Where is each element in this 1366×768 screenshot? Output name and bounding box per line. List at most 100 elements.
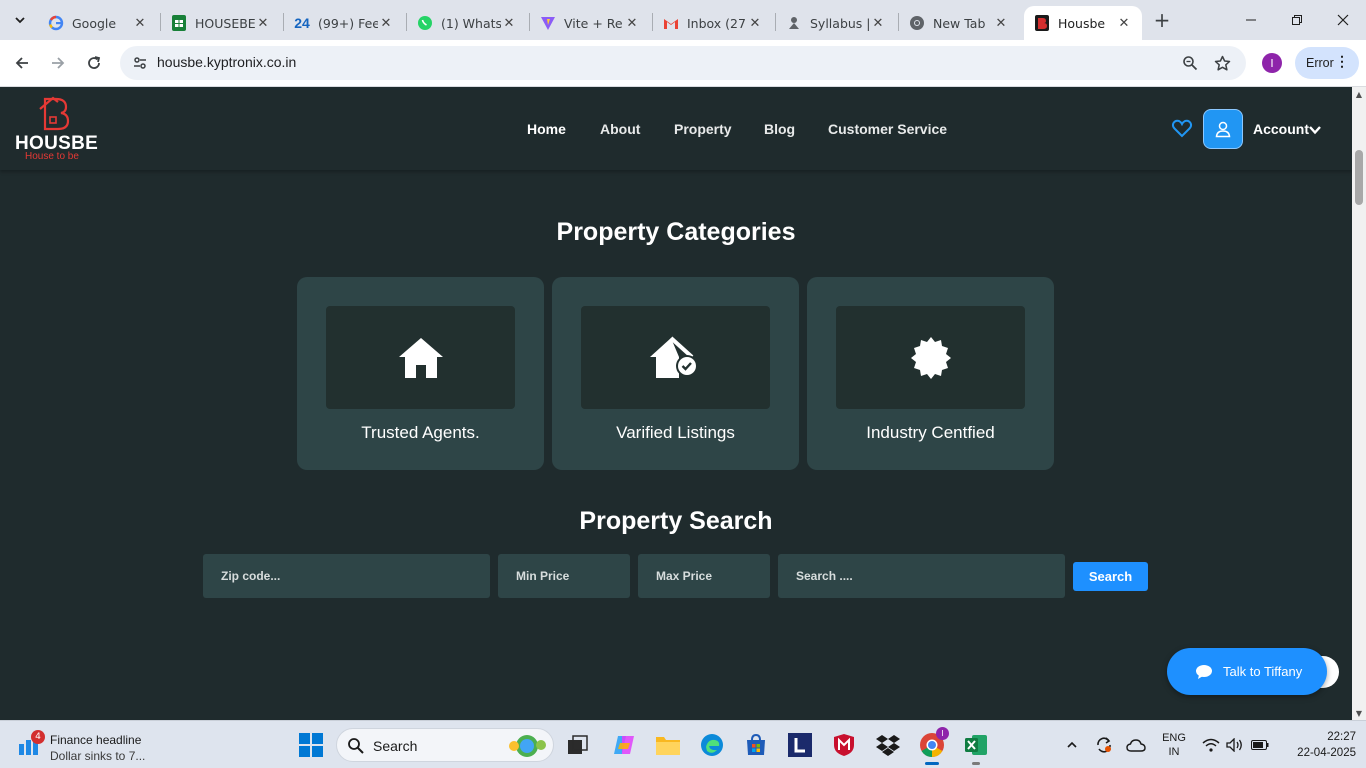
- url-text[interactable]: housbe.kyptronix.co.in: [157, 54, 296, 70]
- error-chip[interactable]: Error ⋮: [1295, 47, 1359, 79]
- chrome-taskbar-button[interactable]: I: [916, 727, 949, 761]
- dropbox-icon: [876, 735, 900, 756]
- start-button[interactable]: [295, 729, 327, 761]
- mcafee-button[interactable]: [828, 729, 860, 761]
- tab-google[interactable]: Google ✕: [38, 6, 158, 40]
- category-card-trusted-agents[interactable]: Trusted Agents.: [297, 277, 544, 470]
- excel-button[interactable]: [960, 729, 992, 761]
- show-hidden-icons-button[interactable]: [1060, 721, 1084, 768]
- min-price-input[interactable]: [498, 554, 630, 598]
- search-query-input[interactable]: [778, 554, 1065, 598]
- store-button[interactable]: [740, 729, 772, 761]
- nav-home[interactable]: Home: [527, 121, 566, 137]
- wifi-button[interactable]: [1200, 721, 1222, 768]
- tab-syllabus[interactable]: Syllabus | ✕: [776, 6, 896, 40]
- close-icon[interactable]: ✕: [993, 15, 1009, 31]
- close-icon[interactable]: ✕: [132, 15, 148, 31]
- account-menu-chevron[interactable]: [1308, 122, 1322, 136]
- chat-button[interactable]: Talk to Tiffany: [1167, 648, 1327, 695]
- restore-button[interactable]: [1274, 0, 1320, 40]
- clock-time: 22:27: [1327, 731, 1356, 743]
- app24-icon: 24: [294, 15, 310, 31]
- logo-mark-icon: [39, 96, 70, 131]
- bookmark-star-button[interactable]: [1210, 51, 1234, 75]
- close-icon[interactable]: ✕: [501, 15, 517, 31]
- account-menu-label[interactable]: Account: [1253, 121, 1309, 137]
- zoom-icon: [1183, 56, 1198, 71]
- search-button[interactable]: Search: [1073, 562, 1148, 591]
- tab-title: Google: [72, 15, 117, 31]
- max-price-input[interactable]: [638, 554, 770, 598]
- star-icon: [1214, 55, 1230, 71]
- close-icon[interactable]: ✕: [255, 15, 271, 31]
- copilot-icon: [614, 736, 634, 754]
- taskbar-search[interactable]: Search: [336, 728, 554, 762]
- widget-subtitle: Dollar sinks to 7...: [50, 749, 146, 763]
- scroll-up-icon[interactable]: ▲: [1352, 87, 1366, 101]
- scroll-down-icon[interactable]: ▼: [1352, 706, 1366, 720]
- close-icon[interactable]: ✕: [1116, 15, 1132, 31]
- onedrive-tray-button[interactable]: [1124, 721, 1148, 768]
- news-widget[interactable]: 4 Finance headline Dollar sinks to 7...: [14, 726, 174, 764]
- windows-taskbar: 4 Finance headline Dollar sinks to 7... …: [0, 720, 1366, 768]
- forward-button[interactable]: [43, 48, 73, 78]
- tab-gmail[interactable]: Inbox (27 ✕: [653, 6, 773, 40]
- zip-code-input[interactable]: [203, 554, 490, 598]
- favorites-button[interactable]: [1171, 117, 1193, 139]
- whatsapp-icon: [417, 15, 433, 31]
- gmail-icon: [663, 15, 679, 31]
- user-icon: [1215, 121, 1231, 138]
- new-tab-button[interactable]: +: [1150, 8, 1174, 32]
- tab-housebe-sheet[interactable]: HOUSEBE ✕: [161, 6, 281, 40]
- site-info-button[interactable]: [128, 51, 152, 75]
- sync-tray-button[interactable]: [1092, 721, 1116, 768]
- tab-whatsapp[interactable]: (1) Whats ✕: [407, 6, 527, 40]
- volume-button[interactable]: [1224, 721, 1246, 768]
- tab-title: New Tab: [933, 15, 986, 31]
- file-explorer-button[interactable]: [652, 729, 684, 761]
- edge-icon: [701, 734, 723, 756]
- wifi-icon: [1202, 738, 1220, 752]
- tab-search-button[interactable]: [6, 6, 34, 34]
- page-scrollbar[interactable]: ▲ ▼: [1352, 87, 1366, 720]
- tab-title: HOUSEBE: [195, 15, 255, 31]
- nav-about[interactable]: About: [600, 121, 640, 137]
- profile-avatar[interactable]: I: [1262, 53, 1282, 73]
- tab-housbe[interactable]: Housbe ✕: [1024, 6, 1142, 40]
- zoom-button[interactable]: [1178, 51, 1202, 75]
- close-icon[interactable]: ✕: [378, 15, 394, 31]
- brand-tagline: House to be: [25, 151, 79, 162]
- category-card-verified-listings[interactable]: Varified Listings: [552, 277, 799, 470]
- arrow-right-icon: [52, 57, 65, 69]
- close-icon[interactable]: ✕: [624, 15, 640, 31]
- heart-icon: [1171, 119, 1193, 138]
- close-icon[interactable]: ✕: [747, 15, 763, 31]
- tab-feed[interactable]: 24 (99+) Fee ✕: [284, 6, 404, 40]
- minimize-button[interactable]: [1228, 0, 1274, 40]
- language-indicator[interactable]: ENG IN: [1156, 721, 1192, 768]
- close-icon[interactable]: ✕: [870, 15, 886, 31]
- edge-button[interactable]: [696, 729, 728, 761]
- nav-customer-service[interactable]: Customer Service: [828, 121, 947, 137]
- category-card-industry-certified[interactable]: Industry Centfied: [807, 277, 1054, 470]
- reload-button[interactable]: [79, 48, 109, 78]
- task-view-button[interactable]: [562, 729, 594, 761]
- tab-new-tab[interactable]: New Tab ✕: [899, 6, 1019, 40]
- tab-vite[interactable]: Vite + Re ✕: [530, 6, 650, 40]
- arrow-left-icon: [15, 57, 28, 69]
- close-window-button[interactable]: [1320, 0, 1366, 40]
- taskbar-clock[interactable]: 22:27 22-04-2025: [1296, 729, 1356, 761]
- copilot-button[interactable]: [608, 729, 640, 761]
- back-button[interactable]: [7, 48, 37, 78]
- widget-title: Finance headline: [50, 733, 142, 747]
- dropbox-button[interactable]: [872, 729, 904, 761]
- scrollbar-thumb[interactable]: [1355, 150, 1363, 205]
- site-logo[interactable]: HOUSBE House to be: [14, 95, 98, 163]
- nav-blog[interactable]: Blog: [764, 121, 795, 137]
- chevron-down-icon: [1309, 126, 1321, 135]
- account-avatar-button[interactable]: [1203, 109, 1243, 149]
- battery-button[interactable]: [1248, 721, 1272, 768]
- app-l-button[interactable]: [784, 729, 816, 761]
- nav-property[interactable]: Property: [674, 121, 732, 137]
- address-bar[interactable]: housbe.kyptronix.co.in: [120, 46, 1246, 80]
